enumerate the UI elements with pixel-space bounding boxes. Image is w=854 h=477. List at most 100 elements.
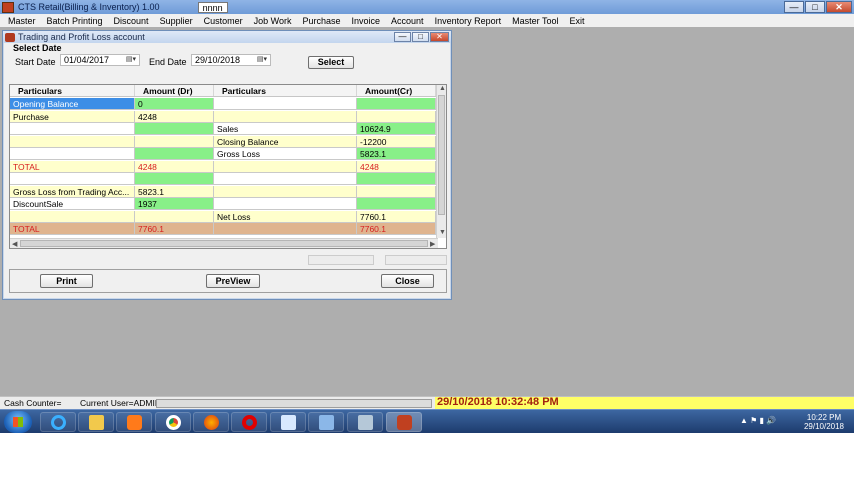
menu-customer[interactable]: Customer — [204, 16, 243, 26]
table-cell[interactable]: 5823.1 — [135, 185, 214, 198]
table-cell[interactable] — [10, 123, 135, 135]
table-cell[interactable] — [135, 210, 214, 223]
end-date-picker[interactable]: 29/10/2018 ▤▾ — [191, 54, 271, 66]
menu-supplier[interactable]: Supplier — [160, 16, 193, 26]
table-cell[interactable] — [214, 98, 357, 110]
opera-icon[interactable] — [231, 412, 267, 432]
horizontal-scrollbar[interactable]: ◀ ▶ — [10, 238, 438, 248]
select-button[interactable]: Select — [308, 56, 354, 69]
minimize-icon[interactable]: — — [784, 1, 804, 13]
table-cell[interactable]: 10624.9 — [357, 123, 436, 135]
close-button[interactable]: Close — [381, 274, 434, 288]
table-cell[interactable] — [214, 173, 357, 185]
table-cell[interactable]: 4248 — [135, 160, 214, 173]
table-cell[interactable]: 4248 — [135, 110, 214, 123]
table-cell[interactable]: 7760.1 — [135, 223, 214, 235]
media-player-icon[interactable] — [116, 412, 152, 432]
child-restore-icon[interactable]: □ — [412, 32, 429, 42]
scroll-left-icon[interactable]: ◀ — [12, 240, 17, 248]
calendar-dropdown-icon[interactable]: ▤▾ — [124, 56, 138, 64]
menu-batch-printing[interactable]: Batch Printing — [47, 16, 103, 26]
table-cell[interactable] — [10, 135, 135, 148]
table-cell[interactable] — [10, 148, 135, 160]
table-row[interactable]: Purchase 4248 — [10, 110, 436, 123]
table-cell[interactable]: Purchase — [10, 110, 135, 123]
close-icon[interactable]: ✕ — [826, 1, 852, 13]
menu-account[interactable]: Account — [391, 16, 424, 26]
table-cell[interactable]: Sales — [214, 123, 357, 135]
network-icon[interactable] — [308, 412, 344, 432]
table-cell[interactable]: TOTAL — [10, 223, 135, 235]
table-cell[interactable]: Net Loss — [214, 210, 357, 223]
tools-icon[interactable] — [347, 412, 383, 432]
table-cell[interactable]: -12200 — [357, 135, 436, 148]
menu-inventory-report[interactable]: Inventory Report — [435, 16, 502, 26]
table-cell[interactable]: 5823.1 — [357, 148, 436, 160]
column-header-particulars-dr[interactable]: Particulars — [10, 85, 135, 96]
print-button[interactable]: Print — [40, 274, 93, 288]
table-cell[interactable] — [214, 185, 357, 198]
preview-button[interactable]: PreView — [206, 274, 260, 288]
tray-clock[interactable]: 10:22 PM 29/10/2018 — [796, 413, 852, 431]
menu-job-work[interactable]: Job Work — [254, 16, 292, 26]
scroll-down-icon[interactable]: ▼ — [439, 229, 446, 236]
table-cell[interactable]: Closing Balance — [214, 135, 357, 148]
table-row[interactable]: DiscountSale 1937 — [10, 198, 436, 210]
table-row[interactable]: Net Loss 7760.1 — [10, 210, 436, 223]
table-cell[interactable]: 1937 — [135, 198, 214, 210]
menu-invoice[interactable]: Invoice — [352, 16, 381, 26]
table-row[interactable]: Gross Loss from Trading Acc... 5823.1 — [10, 185, 436, 198]
table-cell[interactable]: 7760.1 — [357, 223, 436, 235]
table-cell[interactable] — [135, 123, 214, 135]
table-cell[interactable] — [214, 198, 357, 210]
table-cell[interactable] — [135, 135, 214, 148]
column-header-amount-cr[interactable]: Amount(Cr) — [357, 85, 436, 96]
table-row[interactable]: Gross Loss 5823.1 — [10, 148, 436, 160]
menu-purchase[interactable]: Purchase — [302, 16, 340, 26]
table-cell[interactable] — [10, 173, 135, 185]
menu-discount[interactable]: Discount — [114, 16, 149, 26]
table-cell[interactable] — [135, 148, 214, 160]
table-row[interactable]: Sales 10624.9 — [10, 123, 436, 135]
table-row[interactable]: TOTAL 7760.1 7760.1 — [10, 223, 436, 235]
table-cell[interactable] — [10, 210, 135, 223]
table-cell[interactable]: 4248 — [357, 160, 436, 173]
vertical-scroll-thumb[interactable] — [438, 95, 445, 215]
table-cell[interactable]: Gross Loss — [214, 148, 357, 160]
table-cell[interactable] — [357, 98, 436, 110]
table-row[interactable]: TOTAL 4248 4248 — [10, 160, 436, 173]
table-cell[interactable] — [357, 185, 436, 198]
cts-retail-icon[interactable] — [386, 412, 422, 432]
table-cell[interactable]: Gross Loss from Trading Acc... — [10, 185, 135, 198]
scroll-right-icon[interactable]: ▶ — [430, 240, 435, 248]
table-cell[interactable]: 0 — [135, 98, 214, 110]
child-title-bar[interactable]: Trading and Profit Loss account — □ ✕ — [3, 31, 451, 43]
calendar-dropdown-icon[interactable]: ▤▾ — [255, 56, 269, 64]
ie-icon[interactable] — [40, 412, 76, 432]
table-cell[interactable] — [357, 110, 436, 123]
table-row[interactable]: Closing Balance -12200 — [10, 135, 436, 148]
folder-icon[interactable] — [78, 412, 114, 432]
child-close-icon[interactable]: ✕ — [430, 32, 449, 42]
table-cell[interactable]: 7760.1 — [357, 210, 436, 223]
firefox-icon[interactable] — [193, 412, 229, 432]
table-row[interactable] — [10, 173, 436, 185]
table-cell[interactable] — [214, 223, 357, 235]
scroll-up-icon[interactable]: ▲ — [439, 85, 446, 92]
table-row[interactable]: Opening Balance 0 — [10, 98, 436, 110]
column-header-amount-dr[interactable]: Amount (Dr) — [135, 85, 214, 96]
table-cell[interactable] — [357, 198, 436, 210]
menu-master[interactable]: Master — [8, 16, 36, 26]
maximize-icon[interactable]: □ — [805, 1, 825, 13]
table-cell[interactable] — [214, 160, 357, 173]
table-cell[interactable] — [214, 110, 357, 123]
table-cell[interactable] — [135, 173, 214, 185]
start-date-picker[interactable]: 01/04/2017 ▤▾ — [60, 54, 140, 66]
table-cell[interactable] — [357, 173, 436, 185]
child-minimize-icon[interactable]: — — [394, 32, 411, 42]
table-cell[interactable]: DiscountSale — [10, 198, 135, 210]
horizontal-scroll-thumb[interactable] — [20, 240, 428, 247]
app-title-tab[interactable]: nnnn — [197, 1, 228, 13]
vertical-scrollbar[interactable]: ▲ ▼ — [436, 85, 446, 238]
menu-master-tool[interactable]: Master Tool — [512, 16, 558, 26]
